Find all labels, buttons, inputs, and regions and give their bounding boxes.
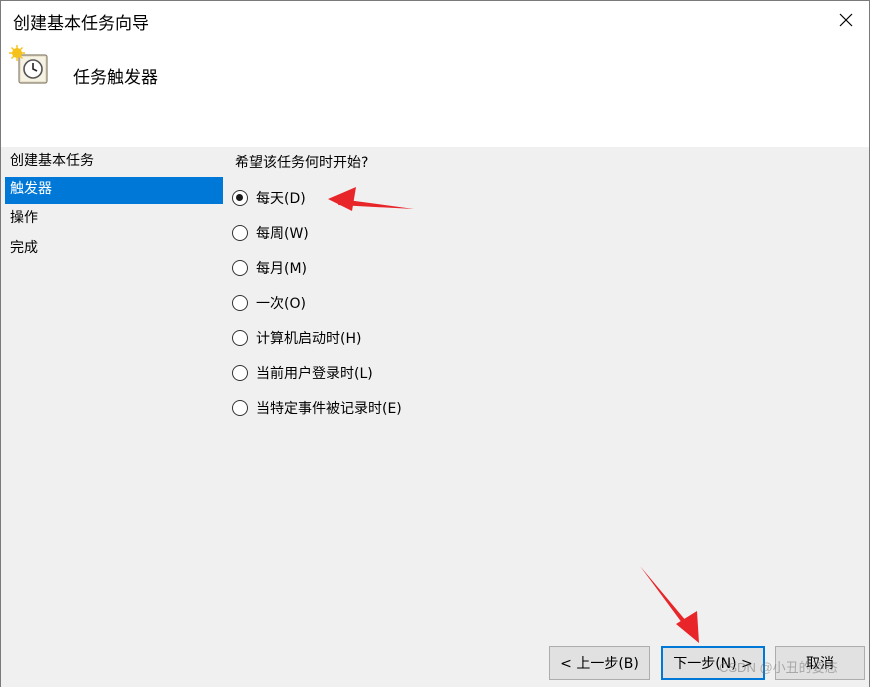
radio-button[interactable] [232, 260, 248, 276]
watermark: CSDN @小丑的姿态 [719, 660, 838, 675]
title-bar: 创建基本任务向导 [1, 1, 869, 39]
radio-button[interactable] [232, 295, 248, 311]
radio-button[interactable] [232, 225, 248, 241]
radio-label: 每月(M) [256, 261, 308, 277]
close-button[interactable] [823, 1, 869, 39]
back-button[interactable]: < 上一步(B) [549, 646, 650, 680]
nav-item-finish[interactable]: 完成 [5, 236, 223, 263]
radio-event-logged[interactable]: 当特定事件被记录时(E) [232, 397, 402, 419]
radio-label: 当前用户登录时(L) [256, 366, 373, 382]
wizard-body: 创建基本任务 触发器 操作 完成 希望该任务何时开始? 每天(D) 每周(W) … [1, 147, 869, 687]
radio-label: 一次(O) [256, 296, 306, 312]
question-label: 希望该任务何时开始? [235, 155, 369, 171]
radio-label: 每周(W) [256, 226, 309, 242]
nav-item-trigger[interactable]: 触发器 [5, 177, 223, 204]
radio-label: 当特定事件被记录时(E) [256, 401, 402, 417]
radio-button[interactable] [232, 190, 248, 206]
header-title: 任务触发器 [73, 68, 158, 88]
radio-monthly[interactable]: 每月(M) [232, 257, 307, 279]
radio-button[interactable] [232, 365, 248, 381]
radio-weekly[interactable]: 每周(W) [232, 222, 309, 244]
radio-user-logon[interactable]: 当前用户登录时(L) [232, 362, 373, 384]
radio-daily[interactable]: 每天(D) [232, 187, 306, 209]
radio-computer-start[interactable]: 计算机启动时(H) [232, 327, 361, 349]
nav-item-create-task[interactable]: 创建基本任务 [5, 149, 223, 176]
wizard-header: 任务触发器 [1, 39, 869, 147]
task-clock-icon [9, 45, 48, 84]
nav-item-action[interactable]: 操作 [5, 206, 223, 233]
radio-label: 计算机启动时(H) [256, 331, 362, 347]
radio-button[interactable] [232, 400, 248, 416]
wizard-window: 创建基本任务向导 任务触发器 创建基本任务 触发器 操作 完成 希望该任务何时开… [0, 0, 870, 687]
window-title: 创建基本任务向导 [13, 14, 149, 34]
close-icon [839, 13, 853, 27]
radio-once[interactable]: 一次(O) [232, 292, 306, 314]
radio-button[interactable] [232, 330, 248, 346]
radio-label: 每天(D) [256, 191, 306, 207]
